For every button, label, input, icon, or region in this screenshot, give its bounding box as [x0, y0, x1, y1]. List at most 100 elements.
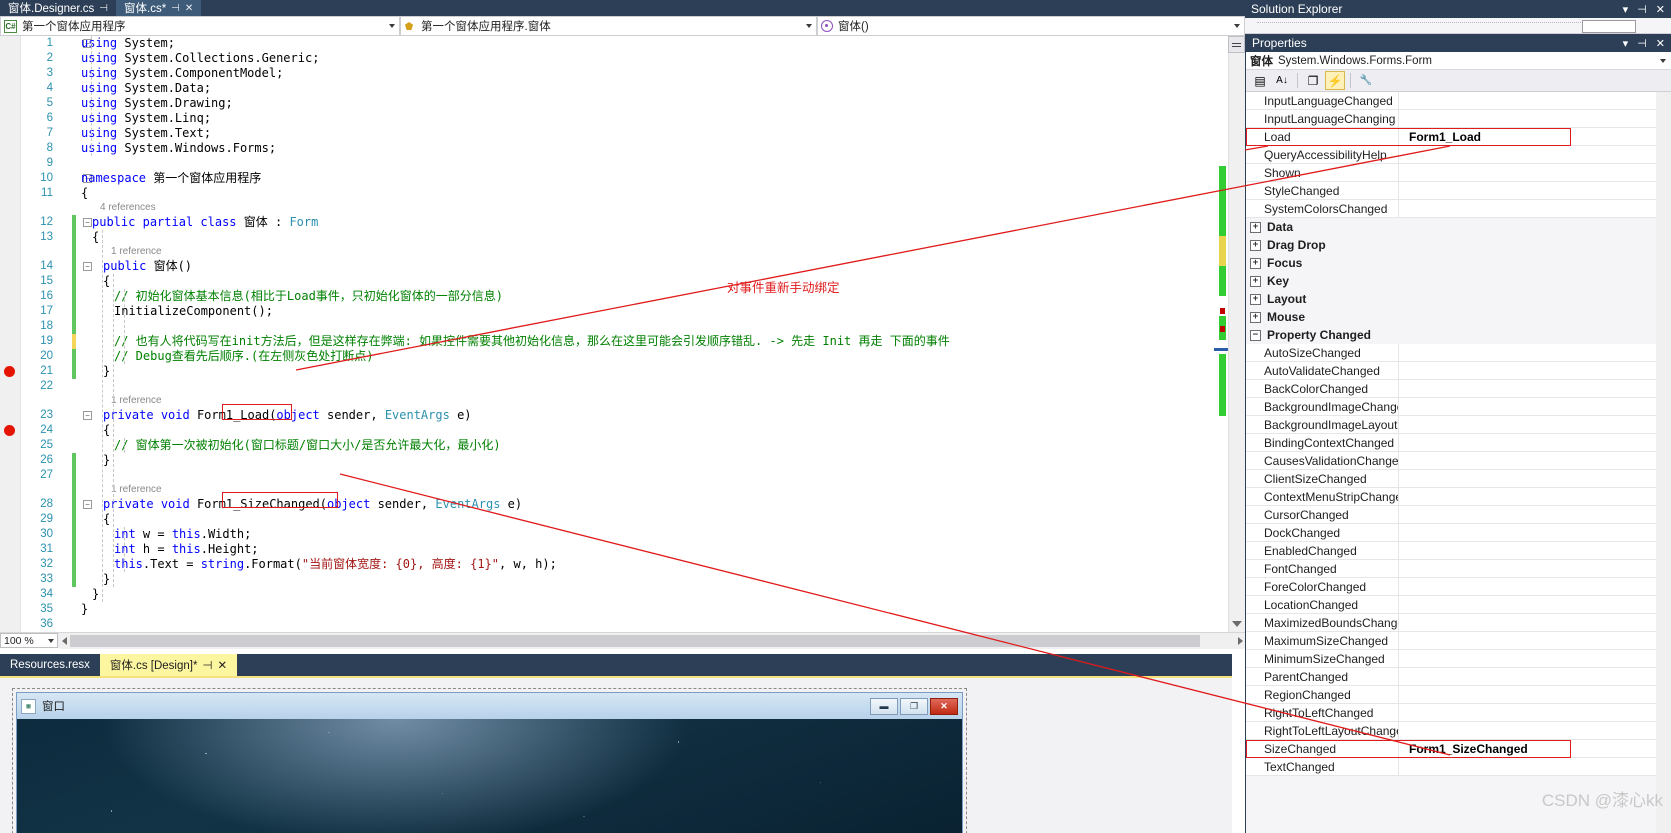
code-line[interactable]: 13 {: [21, 230, 1215, 245]
property-row[interactable]: InputLanguageChanged: [1246, 92, 1671, 110]
tab-resources-resx[interactable]: Resources.resx: [0, 654, 100, 676]
code-line[interactable]: 5 using System.Drawing;: [21, 96, 1215, 111]
code-line[interactable]: 8 using System.Windows.Forms;: [21, 141, 1215, 156]
editor-horizontal-scrollbar[interactable]: [60, 632, 1245, 649]
breakpoint-icon[interactable]: [4, 425, 15, 436]
code-line[interactable]: 22: [21, 379, 1215, 394]
property-row[interactable]: AutoSizeChanged: [1246, 343, 1671, 362]
code-line[interactable]: 27: [21, 468, 1215, 483]
property-row[interactable]: ClientSizeChanged: [1246, 469, 1671, 488]
property-row[interactable]: Shown: [1246, 163, 1671, 182]
property-row[interactable]: InputLanguageChanging: [1246, 109, 1671, 128]
code-line[interactable]: 34}: [21, 587, 1215, 602]
code-line[interactable]: 31 int h = this.Height;: [21, 542, 1215, 557]
category-expander[interactable]: +: [1250, 293, 1261, 305]
property-row[interactable]: SizeChanged Form1_SizeChanged: [1246, 739, 1671, 758]
property-value[interactable]: [1398, 523, 1671, 542]
property-value[interactable]: Form1_SizeChanged: [1398, 739, 1671, 758]
property-value[interactable]: [1398, 505, 1671, 524]
project-selector[interactable]: C# 第一个窗体应用程序: [0, 16, 400, 36]
property-value[interactable]: [1398, 613, 1671, 632]
property-value[interactable]: [1398, 451, 1671, 470]
property-value[interactable]: [1398, 703, 1671, 722]
code-line[interactable]: 35}: [21, 602, 1215, 617]
code-line[interactable]: 36: [21, 617, 1215, 632]
property-row[interactable]: TextChanged: [1246, 757, 1671, 776]
code-line[interactable]: 12 − public partial class 窗体 : Form: [21, 215, 1215, 230]
property-value[interactable]: Form1_Load: [1398, 127, 1671, 146]
property-category[interactable]: + Mouse: [1246, 308, 1671, 326]
close-icon[interactable]: ✕: [217, 658, 227, 672]
property-row[interactable]: QueryAccessibilityHelp: [1246, 145, 1671, 164]
property-value[interactable]: [1398, 343, 1671, 362]
property-pages-button[interactable]: 🔧: [1356, 71, 1376, 90]
solution-explorer-field[interactable]: [1582, 20, 1636, 33]
property-row[interactable]: BindingContextChanged: [1246, 433, 1671, 452]
close-icon[interactable]: ✕: [185, 3, 193, 14]
events-button[interactable]: ⚡: [1325, 71, 1345, 90]
property-row[interactable]: ContextMenuStripChanged: [1246, 487, 1671, 506]
property-value[interactable]: [1398, 649, 1671, 668]
property-value[interactable]: [1398, 163, 1671, 182]
property-row[interactable]: BackColorChanged: [1246, 379, 1671, 398]
property-row[interactable]: EnabledChanged: [1246, 541, 1671, 560]
property-value[interactable]: [1398, 559, 1671, 578]
property-row[interactable]: DockChanged: [1246, 523, 1671, 542]
property-value[interactable]: [1398, 469, 1671, 488]
property-value[interactable]: [1398, 487, 1671, 506]
design-form-window[interactable]: ▦ 窗口 ▬ ❐ ✕: [12, 688, 967, 833]
property-row[interactable]: BackgroundImageChanged: [1246, 397, 1671, 416]
chevron-down-icon[interactable]: [806, 24, 812, 28]
code-line[interactable]: 25 // 窗体第一次被初始化(窗口标题/窗口大小/是否允许最大化，最小化): [21, 438, 1215, 453]
category-expander[interactable]: +: [1250, 275, 1261, 287]
property-row[interactable]: CausesValidationChanged: [1246, 451, 1671, 470]
editor-splitter-button[interactable]: [1228, 36, 1245, 53]
categorized-view-button[interactable]: ▤: [1250, 71, 1270, 90]
code-line[interactable]: 33}: [21, 572, 1215, 587]
code-fold-toggle[interactable]: −: [83, 218, 92, 227]
code-line[interactable]: 9: [21, 156, 1215, 171]
code-line[interactable]: 11 {: [21, 186, 1215, 201]
code-fold-toggle[interactable]: −: [83, 262, 92, 271]
property-value[interactable]: [1398, 109, 1671, 128]
code-line[interactable]: 15 {: [21, 274, 1215, 289]
property-value[interactable]: [1398, 199, 1671, 218]
code-reference-lens[interactable]: 1 reference: [21, 245, 1215, 259]
member-selector[interactable]: 窗体(): [817, 16, 1245, 36]
property-category[interactable]: − Property Changed: [1246, 326, 1671, 344]
property-value[interactable]: [1398, 667, 1671, 686]
scroll-thumb[interactable]: [70, 634, 1200, 647]
code-line[interactable]: 1− using System;: [21, 36, 1215, 51]
category-expander[interactable]: +: [1250, 257, 1261, 269]
property-row[interactable]: Load Form1_Load: [1246, 127, 1671, 146]
pin-icon[interactable]: ⊣: [99, 3, 108, 14]
alphabetical-view-button[interactable]: A↓: [1272, 71, 1292, 90]
property-category[interactable]: + Focus: [1246, 254, 1671, 272]
property-row[interactable]: BackgroundImageLayoutChanged: [1246, 415, 1671, 434]
code-reference-lens[interactable]: 4 references: [21, 201, 1215, 215]
scroll-right-icon[interactable]: [1238, 636, 1243, 645]
code-line[interactable]: 4 using System.Data;: [21, 81, 1215, 96]
property-category[interactable]: + Data: [1246, 218, 1671, 236]
code-line[interactable]: 23 − private void Form1_Load(object sender…: [21, 408, 1215, 423]
breakpoint-icon[interactable]: [4, 366, 15, 377]
property-value[interactable]: [1398, 433, 1671, 452]
scroll-down-icon[interactable]: [1232, 621, 1242, 627]
property-value[interactable]: [1398, 181, 1671, 200]
editor-tab-code[interactable]: 窗体.cs* ⊣ ✕: [116, 0, 202, 16]
property-row[interactable]: StyleChanged: [1246, 181, 1671, 200]
property-row[interactable]: LocationChanged: [1246, 595, 1671, 614]
code-line[interactable]: 6 using System.Linq;: [21, 111, 1215, 126]
property-category[interactable]: + Key: [1246, 272, 1671, 290]
property-row[interactable]: MaximizedBoundsChanged: [1246, 613, 1671, 632]
property-row[interactable]: SystemColorsChanged: [1246, 199, 1671, 218]
code-line[interactable]: 17 InitializeComponent();: [21, 304, 1215, 319]
chevron-down-icon[interactable]: [1234, 24, 1240, 28]
property-value[interactable]: [1398, 541, 1671, 560]
property-row[interactable]: MaximumSizeChanged: [1246, 631, 1671, 650]
category-expander[interactable]: +: [1250, 239, 1261, 251]
code-line[interactable]: 30 int w = this.Width;: [21, 527, 1215, 542]
property-value[interactable]: [1398, 415, 1671, 434]
property-value[interactable]: [1398, 595, 1671, 614]
property-value[interactable]: [1398, 361, 1671, 380]
